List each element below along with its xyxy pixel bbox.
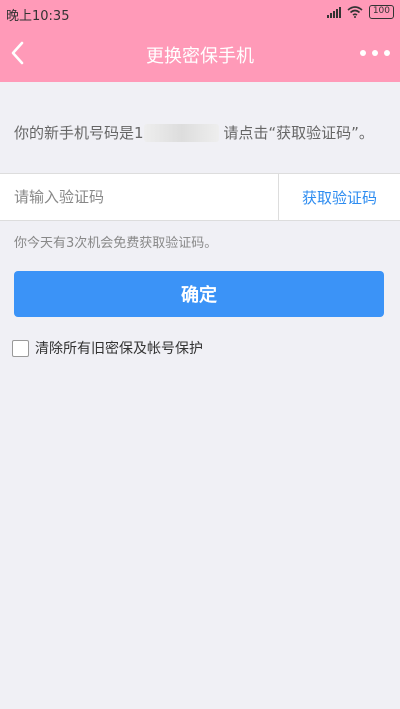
more-dot bbox=[384, 50, 390, 56]
phone-info-text: 你的新手机号码是1********** 请点击“获取验证码”。 bbox=[14, 122, 386, 144]
status-bar: 晚上10:35 100 bbox=[0, 0, 400, 26]
status-icons: 100 bbox=[326, 5, 394, 19]
wifi-icon bbox=[347, 6, 363, 18]
clear-protection-checkbox[interactable] bbox=[12, 339, 29, 357]
hint-text: 你今天有3次机会免费获取验证码。 bbox=[14, 236, 218, 251]
status-time: 晚上10:35 bbox=[6, 9, 70, 24]
checkbox-label: 清除所有旧密保及帐号保护 bbox=[35, 341, 203, 357]
battery-icon: 100 bbox=[368, 5, 394, 19]
confirm-button[interactable]: 确定 bbox=[14, 271, 384, 317]
more-dot bbox=[360, 50, 366, 56]
page-title: 更换密保手机 bbox=[146, 46, 254, 67]
more-dot bbox=[372, 50, 378, 56]
info-suffix: 请点击“获取验证码”。 bbox=[218, 124, 374, 142]
masked-phone-number: ********** bbox=[143, 124, 219, 142]
more-button[interactable] bbox=[360, 42, 390, 64]
nav-bar: 更换密保手机 bbox=[0, 26, 400, 82]
verification-code-input[interactable] bbox=[0, 174, 278, 220]
clear-protection-option[interactable]: 清除所有旧密保及帐号保护 bbox=[12, 338, 203, 358]
get-code-button[interactable]: 获取验证码 bbox=[279, 174, 400, 220]
info-prefix: 你的新手机号码是1 bbox=[14, 124, 144, 142]
verification-row: 获取验证码 bbox=[0, 173, 400, 221]
signal-icon bbox=[326, 6, 341, 18]
